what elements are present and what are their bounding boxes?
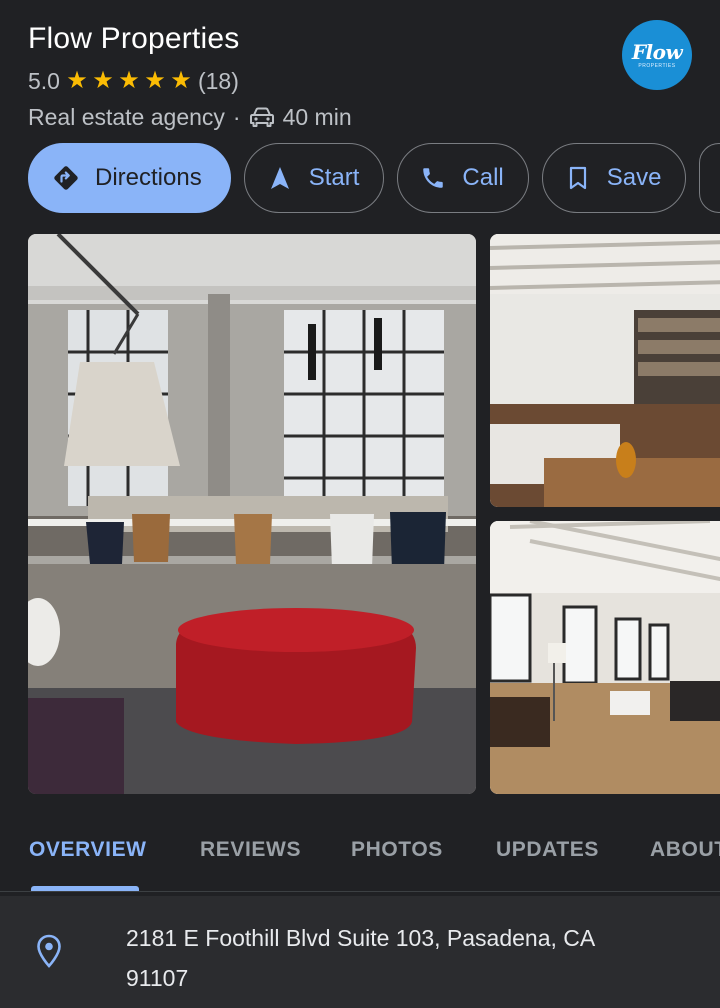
start-label: Start [308,164,360,191]
address-text: 2181 E Foothill Blvd Suite 103, Pasadena… [126,918,686,998]
start-button[interactable]: Start [243,143,385,213]
review-count: (18) [197,67,239,94]
car-icon [249,107,274,127]
tab-updates[interactable]: UPDATES [496,838,599,862]
save-label: Save [606,164,662,191]
directions-icon [51,163,81,193]
photo-loft-dining[interactable] [28,234,476,794]
loft-dining-image [28,234,476,794]
logo-wordmark: Flow [631,39,683,64]
address-line-1: 2181 E Foothill Blvd Suite 103, Pasadena… [126,925,596,951]
rating-value: 5.0 [28,67,60,94]
logo-subtext: PROPERTIES [638,62,676,69]
loft-open-space-image [490,521,720,794]
save-button[interactable]: Save [541,143,687,213]
rating-stars: ★ ★ ★ ★ ★ [64,69,194,93]
navigation-arrow-icon [265,163,295,193]
call-button[interactable]: Call [397,143,529,213]
tab-about[interactable]: ABOUT [650,838,720,862]
separator-dot: · [232,103,241,130]
star-icon: ★ [144,67,166,94]
travel-time: 40 min [282,103,352,130]
more-actions-button[interactable] [699,143,720,213]
star-icon: ★ [66,67,88,94]
action-chips: Directions Start Call Save [28,143,720,213]
loft-living-image [490,234,720,507]
active-tab-indicator [31,886,139,891]
star-icon: ★ [170,67,192,94]
call-label: Call [462,164,504,191]
rating-row[interactable]: 5.0 ★ ★ ★ ★ ★ (18) [28,66,628,96]
star-icon: ★ [118,67,140,94]
directions-button[interactable]: Directions [28,143,231,213]
bookmark-icon [563,163,593,193]
directions-label: Directions [95,164,202,191]
place-header: Flow Properties 5.0 ★ ★ ★ ★ ★ (18) Real … [28,20,628,132]
location-pin-icon [37,934,61,968]
photo-loft-living[interactable] [490,234,720,507]
tab-photos[interactable]: PHOTOS [351,838,443,862]
tab-reviews[interactable]: REVIEWS [200,838,301,862]
place-title: Flow Properties [28,22,240,55]
address-line-2: 91107 [126,965,189,991]
place-category: Real estate agency [28,103,225,130]
business-logo[interactable]: Flow PROPERTIES [622,20,692,90]
place-tabs: OVERVIEW REVIEWS PHOTOS UPDATES ABOUT [0,820,720,892]
tab-overview[interactable]: OVERVIEW [29,838,147,862]
phone-icon [418,163,448,193]
address-row[interactable]: 2181 E Foothill Blvd Suite 103, Pasadena… [0,896,720,1008]
category-row: Real estate agency · 40 min [28,102,628,132]
star-icon: ★ [92,67,114,94]
photo-loft-open-space[interactable] [490,521,720,794]
